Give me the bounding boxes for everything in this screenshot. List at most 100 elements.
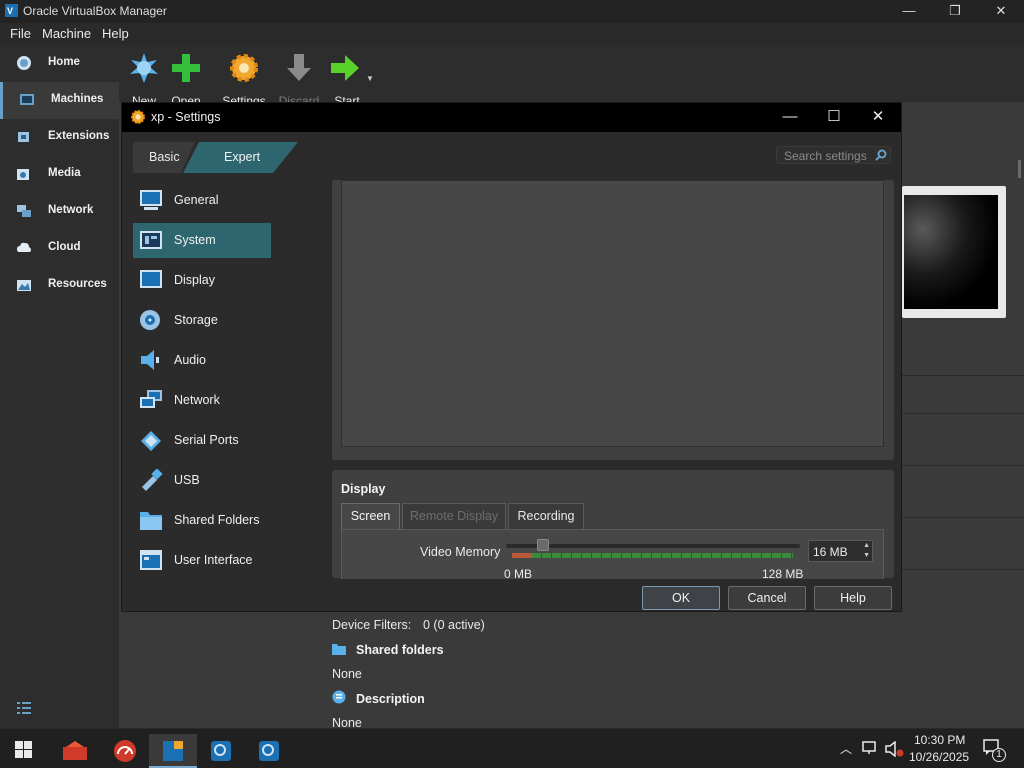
category-user-interface[interactable]: User Interface [133, 543, 297, 578]
window-title: Oracle VirtualBox Manager [23, 4, 167, 18]
machine-toolbar: New Open Settings Discard Start ▼ [119, 45, 1024, 108]
clock-date[interactable]: 10/26/2025 [909, 750, 969, 764]
menu-machine[interactable]: Machine [42, 26, 91, 41]
taskbar-app-4[interactable] [197, 734, 245, 768]
maximize-button[interactable]: ❐ [932, 0, 978, 23]
shared-folders-value: None [332, 667, 362, 681]
scrollbar-thumb[interactable] [1018, 160, 1021, 178]
gear-icon [230, 54, 258, 82]
dialog-minimize-button[interactable]: — [767, 103, 813, 132]
dialog-title-bar: xp - Settings — ☐ ✕ [122, 103, 901, 132]
home-icon [17, 56, 31, 70]
virtualbox-logo-icon: V [5, 4, 18, 17]
search-icon[interactable] [875, 149, 887, 161]
svg-text:V: V [7, 6, 13, 16]
shared-folders-header: Shared folders [356, 643, 444, 657]
video-memory-spinbox[interactable]: 16 MB ▲ ▼ [808, 540, 873, 562]
virtualbox-app-icon [163, 741, 183, 761]
dialog-maximize-button[interactable]: ☐ [811, 103, 857, 132]
close-button[interactable]: ✕ [978, 0, 1024, 23]
search-settings-input[interactable]: Search settings [776, 146, 891, 164]
taskbar-app-2[interactable] [101, 734, 149, 768]
category-general[interactable]: General [133, 183, 297, 218]
category-label: User Interface [174, 553, 253, 567]
search-app-icon [259, 741, 279, 761]
nav-item-resources[interactable]: Resources [0, 267, 119, 304]
video-memory-min-label: 0 MB [504, 567, 533, 581]
general-monitor-icon [140, 190, 162, 210]
nav-label: Network [48, 204, 94, 216]
dialog-title: xp - Settings [151, 110, 221, 124]
video-memory-slider-handle[interactable] [536, 539, 549, 551]
volume-muted-icon[interactable] [885, 741, 905, 757]
ok-button[interactable]: OK [642, 586, 720, 610]
speed-gauge-app-icon [114, 740, 136, 762]
nav-label: Home [48, 56, 80, 68]
menu-bar: File Machine Help [0, 23, 1024, 45]
cloud-icon [17, 242, 31, 252]
menu-help[interactable]: Help [102, 26, 129, 41]
discard-arrow-icon [287, 54, 311, 81]
cancel-button[interactable]: Cancel [728, 586, 806, 610]
spin-down-icon[interactable]: ▼ [863, 551, 870, 561]
tab-recording[interactable]: Recording [508, 503, 584, 529]
help-button[interactable]: Help [814, 586, 892, 610]
nav-label: Media [48, 167, 81, 179]
category-label: Serial Ports [174, 433, 239, 447]
network-status-icon[interactable] [862, 741, 880, 755]
spin-up-icon[interactable]: ▲ [863, 541, 870, 551]
nav-item-media[interactable]: Media [0, 156, 119, 193]
clock-time[interactable]: 10:30 PM [914, 733, 965, 747]
details-row [902, 416, 1024, 466]
title-bar: V Oracle VirtualBox Manager — ❐ ✕ [0, 0, 1024, 23]
video-memory-slider-track[interactable] [506, 544, 800, 548]
category-serial-ports[interactable]: Serial Ports [133, 423, 297, 458]
tab-remote-display[interactable]: Remote Display [402, 503, 506, 529]
video-memory-value: 16 MB [813, 545, 848, 559]
basic-mode-tab[interactable]: Basic [149, 150, 180, 164]
taskbar-virtualbox[interactable] [149, 734, 197, 768]
start-dropdown-icon[interactable]: ▼ [366, 74, 374, 83]
taskbar-app-5[interactable] [245, 734, 293, 768]
category-label: Audio [174, 353, 206, 367]
video-memory-low-range [512, 553, 532, 558]
category-storage[interactable]: Storage [133, 303, 297, 338]
category-shared-folders[interactable]: Shared Folders [133, 503, 297, 538]
storage-disk-icon [140, 310, 160, 330]
windows-start-icon[interactable] [15, 741, 32, 758]
search-app-icon [211, 741, 231, 761]
nav-item-cloud[interactable]: Cloud [0, 230, 119, 267]
chevron-up-icon[interactable]: ︿ [840, 740, 852, 757]
new-star-icon [130, 53, 158, 83]
minimize-button[interactable]: — [886, 0, 932, 23]
tab-screen[interactable]: Screen [341, 503, 400, 529]
category-display[interactable]: Display [133, 263, 297, 298]
user-interface-window-icon [140, 550, 162, 570]
display-monitor-icon [140, 270, 162, 288]
category-label: USB [174, 473, 200, 487]
media-icon [17, 169, 29, 180]
category-network[interactable]: Network [133, 383, 297, 418]
settings-dialog: xp - Settings — ☐ ✕ Basic Expert Search … [121, 102, 902, 612]
display-section-header: Display [341, 482, 386, 496]
nav-item-network[interactable]: Network [0, 193, 119, 230]
nav-item-machines[interactable]: Machines [0, 82, 119, 119]
category-label: General [174, 193, 219, 207]
serial-port-icon [141, 431, 161, 451]
nav-item-extensions[interactable]: Extensions [0, 119, 119, 156]
machines-icon [20, 94, 34, 105]
shared-folder-icon [140, 512, 162, 530]
category-audio[interactable]: Audio [133, 343, 297, 378]
list-menu-icon[interactable] [16, 700, 32, 716]
menu-file[interactable]: File [10, 26, 31, 41]
details-row [902, 520, 1024, 570]
category-label: System [174, 233, 216, 247]
dialog-close-button[interactable]: ✕ [855, 103, 901, 132]
expert-mode-tab[interactable]: Expert [224, 150, 260, 164]
toolbox-app-icon [63, 741, 87, 760]
nav-item-home[interactable]: Home [0, 45, 119, 82]
category-usb[interactable]: USB [133, 463, 297, 498]
taskbar-app-1[interactable] [51, 734, 99, 768]
category-system[interactable]: System [133, 223, 297, 258]
shared-folders-icon [332, 644, 346, 655]
